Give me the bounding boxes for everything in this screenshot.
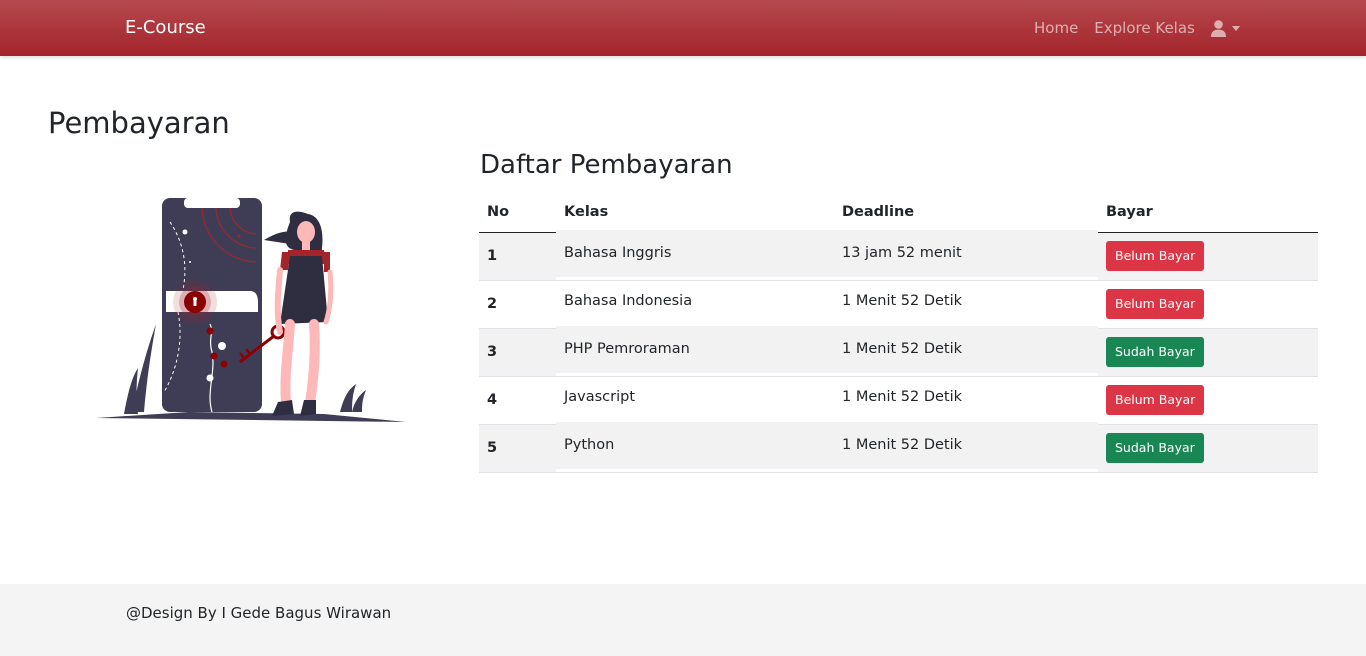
belum-bayar-button[interactable]: Belum Bayar xyxy=(1106,241,1205,271)
row-deadline: 1 Menit 52 Detik xyxy=(834,373,1098,422)
row-kelas: Bahasa Indonesia xyxy=(556,277,834,326)
row-bayar-cell: Belum Bayar xyxy=(1098,280,1318,329)
nav-link-explore-kelas[interactable]: Explore Kelas xyxy=(1094,19,1195,37)
row-number: 3 xyxy=(479,328,556,377)
section-title-daftar-pembayaran: Daftar Pembayaran xyxy=(480,150,733,180)
row-kelas: Python xyxy=(556,421,834,470)
page-title: Pembayaran xyxy=(48,106,230,140)
brand-logo[interactable]: E-Course xyxy=(125,17,206,38)
table-row: 5 Python 1 Menit 52 Detik Sudah Bayar xyxy=(479,421,1318,473)
table-row: 2 Bahasa Indonesia 1 Menit 52 Detik Belu… xyxy=(479,277,1318,329)
footer-credit: @Design By I Gede Bagus Wirawan xyxy=(126,604,392,622)
chevron-down-icon xyxy=(1231,25,1240,31)
sudah-bayar-button[interactable]: Sudah Bayar xyxy=(1106,433,1204,463)
footer: @Design By I Gede Bagus Wirawan xyxy=(0,584,1366,656)
belum-bayar-button[interactable]: Belum Bayar xyxy=(1106,289,1205,319)
table-row: 1 Bahasa Inggris 13 jam 52 menit Belum B… xyxy=(479,229,1318,281)
column-header-kelas: Kelas xyxy=(556,192,834,233)
column-header-bayar: Bayar xyxy=(1098,192,1318,233)
column-header-no: No xyxy=(479,192,556,233)
row-deadline: 1 Menit 52 Detik xyxy=(834,325,1098,374)
row-deadline: 13 jam 52 menit xyxy=(834,229,1098,278)
table-row: 3 PHP Pemroraman 1 Menit 52 Detik Sudah … xyxy=(479,325,1318,377)
row-bayar-cell: Belum Bayar xyxy=(1098,376,1318,425)
row-number: 2 xyxy=(479,280,556,329)
row-bayar-cell: Sudah Bayar xyxy=(1098,328,1318,377)
sudah-bayar-button[interactable]: Sudah Bayar xyxy=(1106,337,1204,367)
column-header-deadline: Deadline xyxy=(834,192,1098,233)
row-number: 1 xyxy=(479,232,556,281)
row-number: 5 xyxy=(479,424,556,473)
user-icon xyxy=(1210,19,1226,37)
table-header-row: No Kelas Deadline Bayar xyxy=(479,192,1318,233)
row-bayar-cell: Belum Bayar xyxy=(1098,232,1318,281)
nav-link-home[interactable]: Home xyxy=(1034,19,1078,37)
payment-illustration xyxy=(96,198,406,422)
user-menu-dropdown[interactable] xyxy=(1210,19,1240,37)
row-bayar-cell: Sudah Bayar xyxy=(1098,424,1318,473)
row-deadline: 1 Menit 52 Detik xyxy=(834,277,1098,326)
navbar: E-Course Home Explore Kelas xyxy=(0,0,1366,56)
row-kelas: Javascript xyxy=(556,373,834,422)
row-kelas: Bahasa Inggris xyxy=(556,229,834,278)
belum-bayar-button[interactable]: Belum Bayar xyxy=(1106,385,1205,415)
row-kelas: PHP Pemroraman xyxy=(556,325,834,374)
row-number: 4 xyxy=(479,376,556,425)
nav-links: Home Explore Kelas xyxy=(1034,19,1240,37)
row-deadline: 1 Menit 52 Detik xyxy=(834,421,1098,470)
payments-table: No Kelas Deadline Bayar 1 Bahasa Inggris… xyxy=(479,192,1318,473)
table-row: 4 Javascript 1 Menit 52 Detik Belum Baya… xyxy=(479,373,1318,425)
